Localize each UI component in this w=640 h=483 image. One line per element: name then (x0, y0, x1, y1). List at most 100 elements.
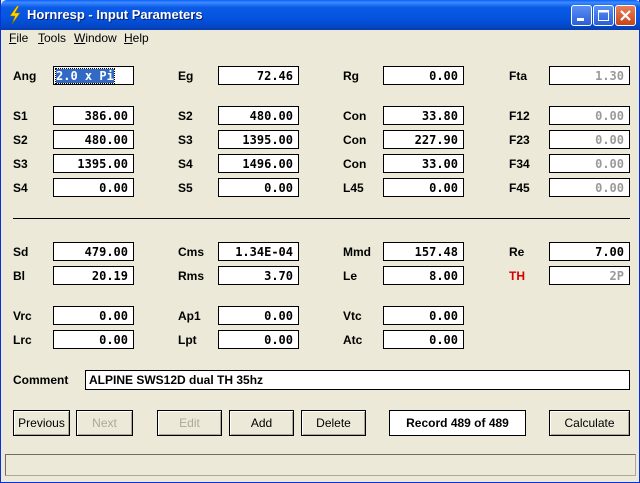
menu-bar: File Tools Window Help (1, 30, 640, 48)
calculate-label: Calculate (564, 416, 615, 430)
sd-label: Sd (13, 245, 29, 259)
s4-field[interactable]: 1496.00 (218, 154, 299, 173)
previous-button[interactable]: Previous (13, 410, 70, 436)
window-title: Hornresp - Input Parameters (27, 7, 203, 22)
le-label: Le (343, 269, 358, 283)
s4-label: S4 (178, 157, 193, 171)
s2-label: S2 (178, 109, 193, 123)
lrc-field[interactable]: 0.00 (53, 330, 134, 349)
section-divider (13, 218, 630, 219)
record-indicator: Record 489 of 489 (389, 410, 526, 436)
delete-button[interactable]: Delete (301, 410, 366, 436)
sd-field[interactable]: 479.00 (53, 242, 134, 261)
lpt-label: Lpt (178, 333, 197, 347)
s2b-field[interactable]: 480.00 (53, 130, 134, 149)
previous-label: Previous (18, 416, 65, 430)
s2b-label: S2 (13, 133, 28, 147)
ap1-label: Ap1 (178, 309, 201, 323)
calculate-button[interactable]: Calculate (549, 410, 630, 436)
le-field[interactable]: 8.00 (383, 266, 464, 285)
window: Hornresp - Input Parameters File Tools W… (0, 0, 640, 483)
f12-field[interactable]: 0.00 (549, 106, 630, 125)
f34-field[interactable]: 0.00 (549, 154, 630, 173)
edit-button[interactable]: Edit (157, 410, 222, 436)
vtc-label: Vtc (343, 309, 362, 323)
vtc-field[interactable]: 0.00 (383, 306, 464, 325)
lightning-app-icon (9, 6, 21, 24)
add-label: Add (250, 416, 273, 430)
ang-field[interactable]: 2.0 x Pi (53, 66, 134, 85)
vrc-label: Vrc (13, 309, 32, 323)
menu-tools[interactable]: Tools (38, 31, 66, 45)
next-label: Next (92, 416, 117, 430)
s3-field[interactable]: 1395.00 (218, 130, 299, 149)
eg-field[interactable]: 72.46 (218, 66, 299, 85)
f45-field[interactable]: 0.00 (549, 178, 630, 197)
con2-field[interactable]: 227.90 (383, 130, 464, 149)
mmd-label: Mmd (343, 245, 371, 259)
comment-label: Comment (13, 373, 69, 387)
rms-field[interactable]: 3.70 (218, 266, 299, 285)
delete-label: Delete (316, 416, 351, 430)
title-bar[interactable]: Hornresp - Input Parameters (1, 0, 640, 30)
atc-field[interactable]: 0.00 (383, 330, 464, 349)
minimize-icon (577, 18, 584, 21)
con1-label: Con (343, 109, 367, 123)
maximize-button[interactable] (593, 5, 614, 26)
f12-label: F12 (509, 109, 530, 123)
vrc-field[interactable]: 0.00 (53, 306, 134, 325)
menu-window[interactable]: Window (74, 31, 117, 45)
cms-label: Cms (178, 245, 205, 259)
con1-field[interactable]: 33.80 (383, 106, 464, 125)
rms-label: Rms (178, 269, 205, 283)
th-label: TH (509, 269, 525, 283)
re-field[interactable]: 7.00 (549, 242, 630, 261)
th-field[interactable]: 2P (549, 266, 630, 285)
ap1-field[interactable]: 0.00 (218, 306, 299, 325)
s3b-label: S3 (13, 157, 28, 171)
mmd-field[interactable]: 157.48 (383, 242, 464, 261)
con3-field[interactable]: 33.00 (383, 154, 464, 173)
fta-field[interactable]: 1.30 (549, 66, 630, 85)
rg-field[interactable]: 0.00 (383, 66, 464, 85)
s4b-label: S4 (13, 181, 28, 195)
s4b-field[interactable]: 0.00 (53, 178, 134, 197)
atc-label: Atc (343, 333, 363, 347)
f23-field[interactable]: 0.00 (549, 130, 630, 149)
lpt-field[interactable]: 0.00 (218, 330, 299, 349)
cms-field[interactable]: 1.34E-04 (218, 242, 299, 261)
minimize-button[interactable] (571, 5, 592, 26)
status-bar (5, 454, 636, 476)
edit-label: Edit (179, 416, 200, 430)
con3-label: Con (343, 157, 367, 171)
s3-label: S3 (178, 133, 193, 147)
s1-label: S1 (13, 109, 28, 123)
s3b-field[interactable]: 1395.00 (53, 154, 134, 173)
next-button[interactable]: Next (76, 410, 133, 436)
l45-field[interactable]: 0.00 (383, 178, 464, 197)
s1-field[interactable]: 386.00 (53, 106, 134, 125)
re-label: Re (509, 245, 525, 259)
s2-field[interactable]: 480.00 (218, 106, 299, 125)
f23-label: F23 (509, 133, 530, 147)
f45-label: F45 (509, 181, 530, 195)
s5-label: S5 (178, 181, 193, 195)
close-button[interactable] (615, 5, 636, 26)
maximize-icon (598, 10, 609, 21)
f34-label: F34 (509, 157, 530, 171)
lrc-label: Lrc (13, 333, 32, 347)
bl-field[interactable]: 20.19 (53, 266, 134, 285)
eg-label: Eg (178, 69, 194, 83)
ang-value: 2.0 x Pi (55, 68, 115, 84)
add-button[interactable]: Add (229, 410, 294, 436)
menu-file[interactable]: File (9, 31, 28, 45)
menu-help[interactable]: Help (124, 31, 149, 45)
s5-field[interactable]: 0.00 (218, 178, 299, 197)
l45-label: L45 (343, 181, 364, 195)
con2-label: Con (343, 133, 367, 147)
rg-label: Rg (343, 69, 359, 83)
comment-field[interactable]: ALPINE SWS12D dual TH 35hz (85, 370, 630, 390)
ang-label: Ang (13, 69, 37, 83)
bl-label: Bl (13, 269, 25, 283)
fta-label: Fta (509, 69, 527, 83)
